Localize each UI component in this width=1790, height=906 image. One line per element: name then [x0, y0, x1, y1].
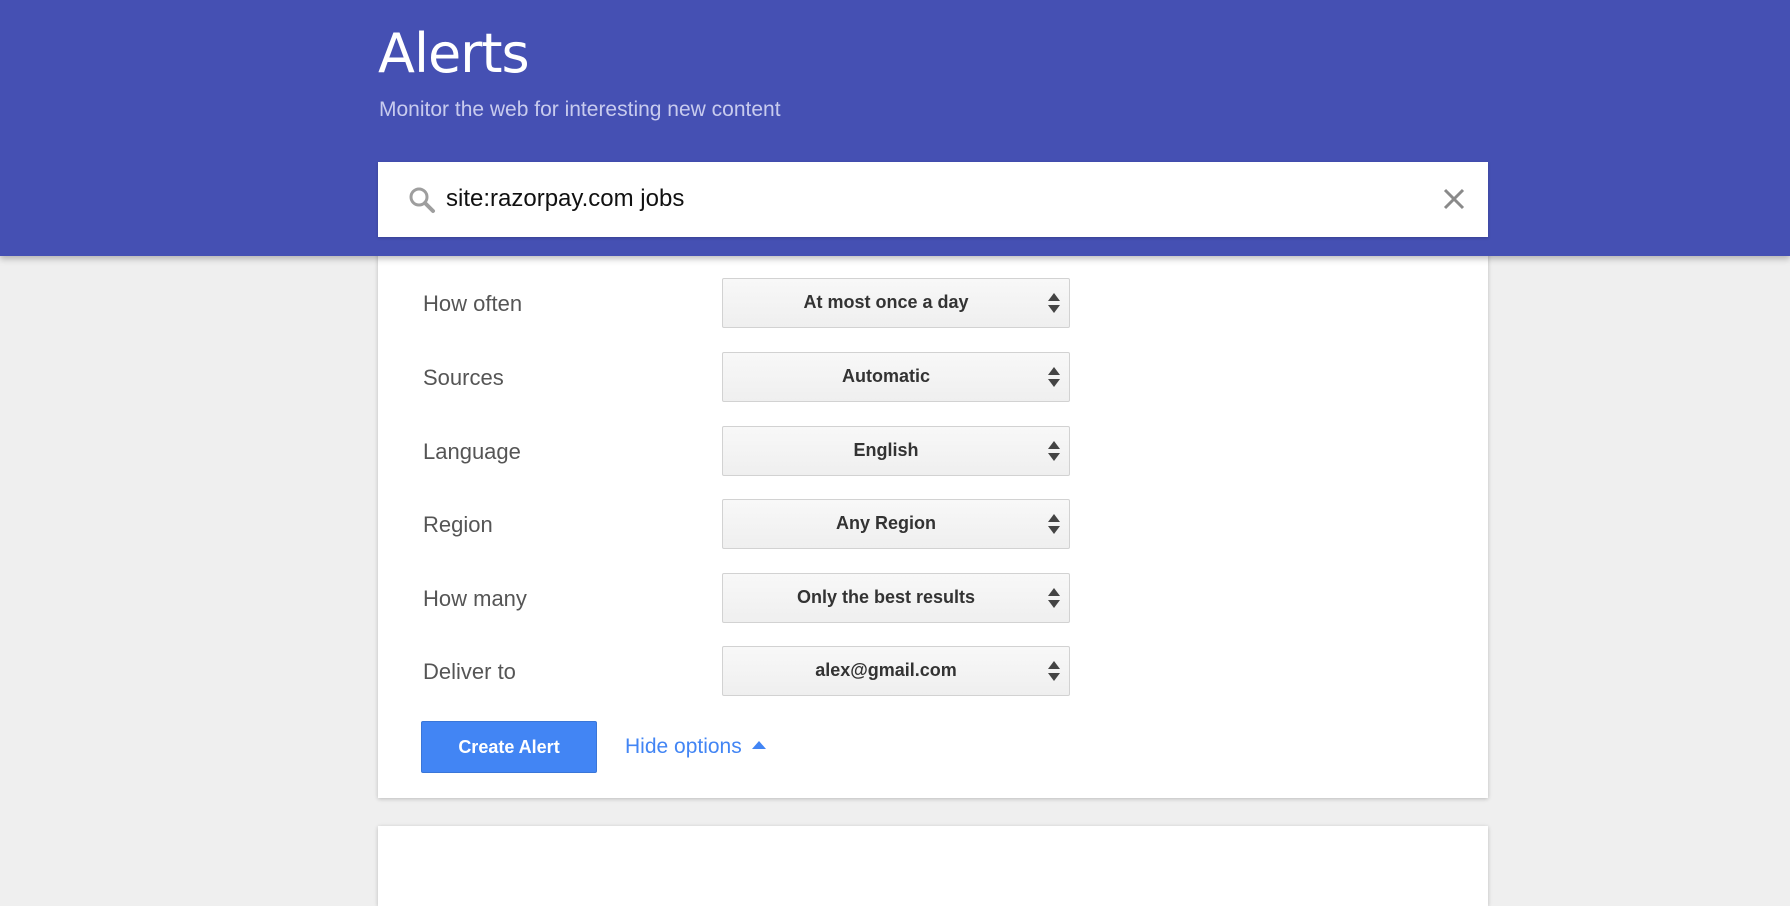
option-value: Automatic	[841, 366, 930, 386]
option-value: English	[853, 440, 919, 460]
page-title: Alerts	[378, 22, 530, 85]
close-icon[interactable]	[1440, 185, 1468, 213]
updown-arrows-icon	[1048, 661, 1060, 681]
option-row-deliver-to: Deliver to alex@gmail.com	[378, 646, 1488, 696]
language-select[interactable]: English	[722, 426, 1070, 476]
caret-up-icon	[751, 741, 766, 750]
alert-options-panel: How often At most once a day Sources Aut…	[378, 240, 1488, 798]
option-value: At most once a day	[803, 292, 969, 312]
option-label: Deliver to	[423, 659, 516, 684]
option-row-how-often: How often At most once a day	[378, 278, 1488, 328]
create-alert-button[interactable]: Create Alert	[421, 721, 597, 773]
option-value: Any Region	[835, 513, 936, 533]
updown-arrows-icon	[1048, 293, 1060, 313]
option-row-sources: Sources Automatic	[378, 352, 1488, 402]
how-many-select[interactable]: Only the best results	[722, 573, 1070, 623]
updown-arrows-icon	[1048, 514, 1060, 534]
option-row-how-many: How many Only the best results	[378, 573, 1488, 623]
search-box[interactable]	[378, 162, 1488, 237]
page-subtitle: Monitor the web for interesting new cont…	[379, 98, 781, 121]
sources-select[interactable]: Automatic	[722, 352, 1070, 402]
deliver-to-select[interactable]: alex@gmail.com	[722, 646, 1070, 696]
search-icon	[409, 187, 435, 213]
region-select[interactable]: Any Region	[722, 499, 1070, 549]
hide-options-label: Hide options	[625, 735, 742, 758]
option-label: Language	[423, 439, 521, 464]
option-label: How often	[423, 291, 523, 316]
updown-arrows-icon	[1048, 367, 1060, 387]
option-label: How many	[423, 586, 527, 611]
option-value: Only the best results	[796, 587, 976, 607]
updown-arrows-icon	[1048, 588, 1060, 608]
search-input[interactable]	[446, 176, 1406, 222]
option-label: Region	[423, 512, 493, 537]
updown-arrows-icon	[1048, 441, 1060, 461]
option-value: alex@gmail.com	[815, 660, 957, 680]
hide-options-link[interactable]: Hide options	[625, 735, 766, 759]
how-often-select[interactable]: At most once a day	[722, 278, 1070, 328]
option-row-language: Language English	[378, 426, 1488, 476]
option-label: Sources	[423, 365, 504, 390]
option-row-region: Region Any Region	[378, 499, 1488, 549]
alerts-list-card	[378, 826, 1488, 906]
